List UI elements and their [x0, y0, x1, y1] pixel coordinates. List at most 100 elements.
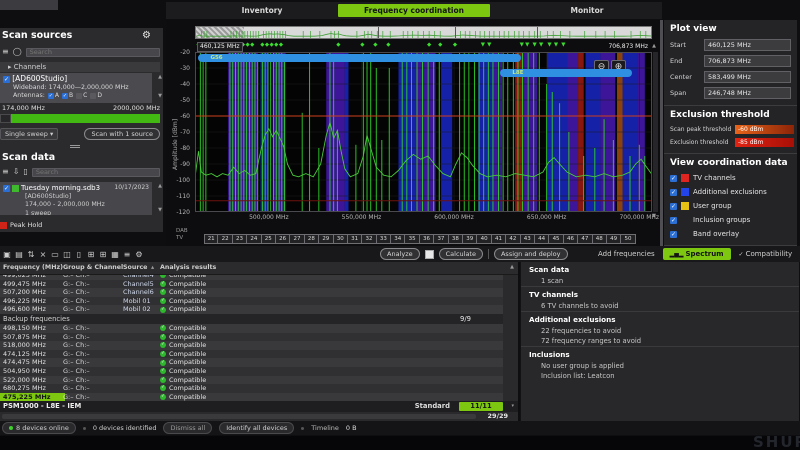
window-right-icon[interactable]: ⊞ [98, 249, 108, 260]
tree-item-channels[interactable]: ▸ Channels [0, 62, 160, 72]
col-frequency[interactable]: Frequency (MHz) [3, 262, 63, 274]
frequency-marker-diamond-icon[interactable]: ◆ [336, 42, 340, 48]
field-value[interactable]: 706,873 MHz [704, 55, 791, 67]
field-value[interactable]: 246,748 MHz [704, 87, 791, 99]
menu-icon[interactable]: ≡ [2, 47, 9, 57]
scroll-up-icon[interactable]: ▲ [158, 75, 162, 80]
coordination-item[interactable]: ✓User group [664, 199, 797, 213]
dismiss-all-button[interactable]: Dismiss all [163, 422, 212, 434]
frequency-marker-diamond-icon[interactable]: ◆ [245, 42, 249, 48]
table-row[interactable]: 474,125 MHzG:– Ch:–✓Compatible [0, 350, 503, 359]
list-icon[interactable]: ≡ [122, 249, 132, 260]
table-row[interactable]: 498,150 MHzG:– Ch:–✓Compatible [0, 324, 503, 333]
frequency-marker-diamond-icon[interactable]: ◆ [250, 42, 254, 48]
frequency-marker-diamond-icon[interactable]: ◆ [270, 42, 274, 48]
sort-icon[interactable]: ▴ [151, 262, 154, 274]
progress-handle[interactable] [0, 114, 11, 123]
field-value[interactable]: 583,499 MHz [704, 71, 791, 83]
table-row[interactable]: 518,000 MHzG:– Ch:–✓Compatible [0, 341, 503, 350]
scan-sources-settings-icon[interactable]: ⚙ [142, 30, 151, 41]
tab-inventory[interactable]: Inventory [202, 6, 322, 15]
record-icon[interactable]: ◯ [13, 47, 22, 57]
coordination-item[interactable]: ✓Inclusion groups [664, 213, 797, 227]
tab-frequency-coordination[interactable]: Frequency coordination [338, 4, 490, 17]
calculate-button[interactable]: Calculate [439, 248, 483, 260]
table-row[interactable]: 504,950 MHzG:– Ch:–✓Compatible [0, 367, 503, 376]
frequency-marker-diamond-icon[interactable]: ◆ [279, 42, 283, 48]
frequency-marker-triangle-icon[interactable]: ▼ [547, 42, 551, 48]
menu-icon[interactable]: ≡ [2, 167, 9, 177]
scan-source-device-item[interactable]: ✓ [AD600Studio] Wideband: 174,000—2,000,… [0, 73, 152, 103]
frequency-marker-diamond-icon[interactable]: ◆ [360, 42, 364, 48]
coordination-checkbox[interactable]: ✓ [670, 217, 677, 224]
plot-scroll-up-icon[interactable]: ▲ [652, 43, 656, 49]
antenna-toggle[interactable]: ✓A [48, 92, 59, 101]
col-group-channel[interactable]: Group & Channel [63, 262, 123, 274]
plot-scroll-down-icon[interactable]: ▼ [652, 213, 656, 219]
plot-overview-strip[interactable] [195, 26, 652, 39]
frequency-marker-triangle-icon[interactable]: ▼ [487, 42, 491, 48]
threshold-value-bar[interactable]: -60 dBm [735, 125, 794, 134]
frequency-marker-diamond-icon[interactable]: ◆ [453, 42, 457, 48]
table-group-header-backup[interactable]: Backup frequencies9/9 [0, 314, 503, 324]
devices-online-pill[interactable]: 8 devices online [2, 422, 76, 434]
band-overlay-bar[interactable]: L8E [500, 69, 631, 77]
threshold-value-bar[interactable]: -85 dBm [735, 138, 794, 147]
detail-tab-spectrum[interactable]: ▂▅▂Spectrum [663, 248, 731, 260]
coordination-item[interactable]: ✓TV channels [664, 171, 797, 185]
table-row[interactable]: 474,475 MHzG:– Ch:–✓Compatible [0, 358, 503, 367]
table-row[interactable]: 507,875 MHzG:– Ch:–✓Compatible [0, 333, 503, 342]
col-source[interactable]: Source [123, 262, 147, 274]
scan-file-checkbox[interactable]: ✓ [3, 185, 10, 192]
tab-monitor[interactable]: Monitor [532, 6, 642, 15]
table-footer-group[interactable]: PSM1000 - L8E - IEM Standard 11/11 ▾ [0, 401, 518, 412]
identify-all-button[interactable]: Identify all devices [219, 422, 294, 434]
lock-icon[interactable]: ▣ [2, 249, 12, 260]
column-icon[interactable]: ▯ [74, 249, 84, 260]
frequency-marker-triangle-icon[interactable]: ▼ [481, 42, 485, 48]
frequency-marker-triangle-icon[interactable]: ▼ [539, 42, 543, 48]
table-row[interactable]: 475,225 MHzG:– Ch:–✓Compatible [0, 393, 503, 401]
save-icon[interactable]: ◫ [62, 249, 72, 260]
analyze-button[interactable]: Analyze [380, 248, 420, 260]
assign-deploy-button[interactable]: Assign and deploy [494, 248, 568, 260]
frequency-marker-triangle-icon[interactable]: ▼ [520, 42, 524, 48]
settings-icon[interactable]: ⚙ [134, 249, 144, 260]
scroll-up-icon[interactable]: ▲ [158, 184, 162, 189]
table-row[interactable]: 680,275 MHzG:– Ch:–✓Compatible [0, 384, 503, 393]
coordination-checkbox[interactable]: ✓ [670, 175, 677, 182]
scan-data-search-input[interactable] [32, 168, 160, 177]
sweep-mode-dropdown[interactable]: Single sweep ▾ [0, 128, 58, 140]
sort-updown-icon[interactable]: ⇅ [26, 249, 36, 260]
coordination-checkbox[interactable]: ✓ [670, 189, 677, 196]
frequency-marker-triangle-icon[interactable]: ▼ [561, 42, 565, 48]
field-value[interactable]: 460,125 MHz [704, 39, 791, 51]
analyze-checkbox[interactable] [425, 250, 434, 259]
frequency-marker-diamond-icon[interactable]: ◆ [274, 42, 278, 48]
frequency-marker-diamond-icon[interactable]: ◆ [427, 42, 431, 48]
grid-icon[interactable]: ▦ [110, 249, 120, 260]
antenna-toggle[interactable]: ✓B [62, 92, 73, 101]
band-overlay-bar[interactable]: G56 [198, 54, 520, 62]
clear-icon[interactable]: × [38, 249, 48, 260]
detail-tab-add-frequencies[interactable]: Add frequencies [598, 250, 655, 258]
frequency-marker-triangle-icon[interactable]: ▼ [525, 42, 529, 48]
scroll-down-icon[interactable]: ▼ [158, 208, 162, 213]
folder-icon[interactable]: ▭ [50, 249, 60, 260]
frequency-marker-triangle-icon[interactable]: ▼ [554, 42, 558, 48]
window-left-icon[interactable]: ⊞ [86, 249, 96, 260]
frequency-marker-diamond-icon[interactable]: ◆ [373, 42, 377, 48]
plot-scrollbar[interactable] [653, 52, 658, 212]
scan-button[interactable]: Scan with 1 source [84, 128, 160, 140]
scroll-down-icon[interactable]: ▼ [158, 94, 162, 99]
scan-sources-search-input[interactable] [26, 48, 160, 57]
device-checkbox[interactable]: ✓ [3, 76, 10, 83]
table-scroll-up-icon[interactable]: ▲ [510, 264, 514, 270]
table-row[interactable]: 496,225 MHzG:– Ch:–Mobil 01✓Compatible [0, 297, 503, 306]
frequency-marker-triangle-icon[interactable]: ▼ [533, 42, 537, 48]
frequency-marker-diamond-icon[interactable]: ◆ [438, 42, 442, 48]
frequency-marker-diamond-icon[interactable]: ◆ [265, 42, 269, 48]
scan-file-item[interactable]: ✓ Tuesday morning.sdb3 10/17/2023 [AD600… [0, 182, 152, 215]
coordination-item[interactable]: ✓Additional exclusions [664, 185, 797, 199]
table-row[interactable]: 499,475 MHzG:– Ch:–Channel5✓Compatible [0, 280, 503, 289]
